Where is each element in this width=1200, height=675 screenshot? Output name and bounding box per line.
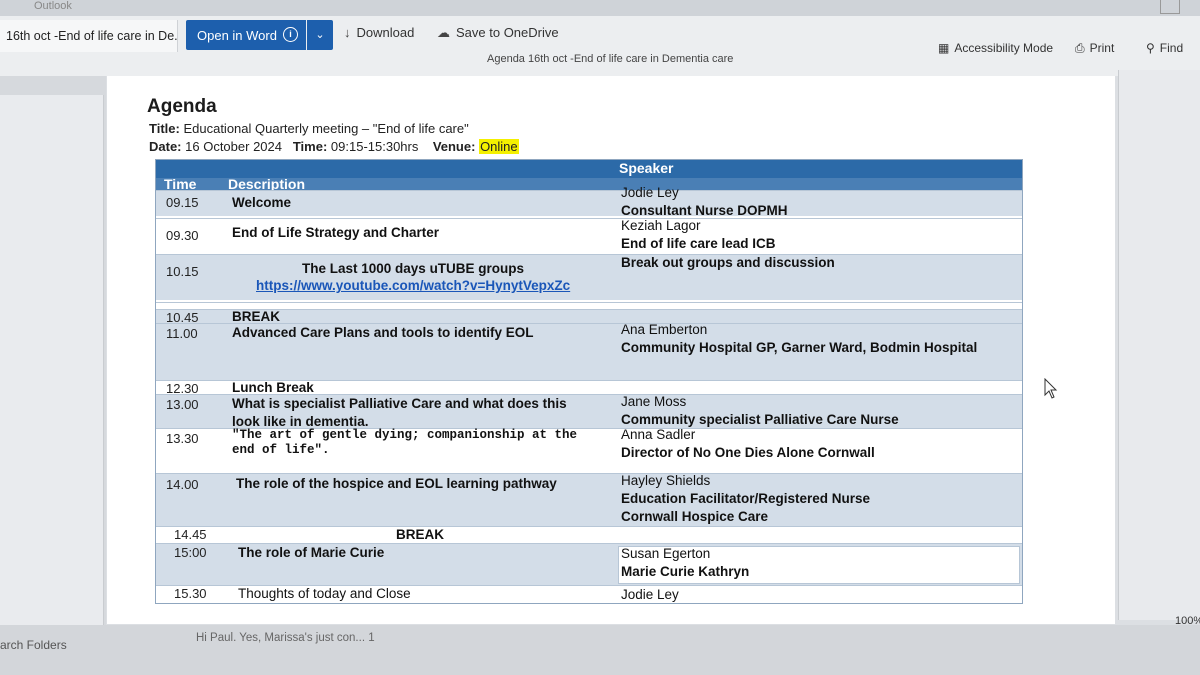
find-button[interactable]: ⚲ Find xyxy=(1146,41,1183,55)
row-time: 13.00 xyxy=(166,397,199,412)
row-description: "The art of gentle dying; companionship … xyxy=(232,428,578,457)
header-speaker: Speaker xyxy=(619,160,674,176)
chevron-down-icon: ⌄ xyxy=(315,29,325,41)
speaker-role: Break out groups and discussion xyxy=(621,255,835,270)
open-in-word-button[interactable]: Open in Word i xyxy=(186,20,306,50)
row-description: The role of the hospice and EOL learning… xyxy=(236,476,557,491)
speaker-name: Hayley Shields xyxy=(621,473,711,488)
download-button[interactable]: ↓ Download xyxy=(344,20,414,48)
row-description: BREAK xyxy=(396,527,445,542)
speaker-name: Jodie Ley xyxy=(621,185,679,200)
agenda-heading: Agenda xyxy=(147,96,217,117)
mouse-cursor-icon xyxy=(1044,378,1058,399)
open-in-word-label: Open in Word xyxy=(197,28,277,43)
venue-label: Venue: xyxy=(432,139,476,154)
table-row: 14.45 BREAK xyxy=(156,526,1022,543)
speaker-name: Jodie Ley xyxy=(621,587,679,602)
cloud-icon: ☁ xyxy=(437,25,450,40)
row-time: 15:00 xyxy=(174,545,207,560)
time-label: Time: xyxy=(292,139,328,154)
speaker-name: Ana Emberton xyxy=(621,322,708,337)
row-speaker: Keziah Lagor End of life care lead ICB xyxy=(621,217,1021,253)
row-description: The role of Marie Curie xyxy=(238,545,385,560)
row-description: The Last 1000 days uTUBE groups xyxy=(302,261,525,276)
date-label: Date: xyxy=(149,139,182,154)
title-value: Educational Quarterly meeting – "End of … xyxy=(183,121,469,136)
agenda-table: Time Description Speaker 09.15 Welcome J… xyxy=(155,159,1023,604)
previous-page-preview xyxy=(0,95,104,625)
search-icon: ⚲ xyxy=(1146,41,1155,55)
message-preview-text: Hi Paul. Yes, Marissa's just con... xyxy=(196,632,366,644)
row-time: 09.15 xyxy=(166,195,199,210)
print-label: Print xyxy=(1089,41,1115,55)
speaker-role: Marie Curie Kathryn xyxy=(621,564,750,579)
save-to-onedrive-button[interactable]: ☁ Save to OneDrive xyxy=(437,20,559,48)
print-icon: ⎙ xyxy=(1075,41,1085,55)
accessibility-mode-label: Accessibility Mode xyxy=(954,41,1054,55)
search-folders-item[interactable]: arch Folders xyxy=(0,638,67,652)
row-time: 09.30 xyxy=(166,228,199,243)
row-speaker: Break out groups and discussion xyxy=(621,254,1021,272)
message-preview[interactable]: Hi Paul. Yes, Marissa's just con... 1 xyxy=(196,632,375,644)
document-title: Agenda 16th oct -End of life care in Dem… xyxy=(487,53,734,65)
speaker-role: End of life care lead ICB xyxy=(621,236,776,251)
time-value: 09:15-15:30hrs xyxy=(330,139,419,154)
speaker-role: Education Facilitator/Registered Nurse C… xyxy=(621,491,871,524)
app-title: Outlook xyxy=(34,0,72,12)
row-speaker: Jane Moss Community specialist Palliativ… xyxy=(621,393,1021,429)
row-time: 13.30 xyxy=(166,431,199,446)
meta-date-line: Date: 16 October 2024 Time: 09:15-15:30h… xyxy=(149,139,519,154)
table-row: 12.30 Lunch Break xyxy=(156,380,1022,396)
row-speaker: Hayley Shields Education Facilitator/Reg… xyxy=(621,472,911,526)
zoom-level[interactable]: 100% xyxy=(1175,615,1200,627)
next-page-preview xyxy=(1118,70,1200,620)
attachment-tab[interactable]: 16th oct -End of life care in De... xyxy=(0,20,178,52)
download-icon: ↓ xyxy=(344,25,351,40)
row-speaker: Jodie Ley Consultant Nurse DOPMH xyxy=(621,184,1021,220)
row-description: What is specialist Palliative Care and w… xyxy=(232,396,567,429)
accessibility-icon: ▦ xyxy=(938,41,950,55)
window-title-strip: Outlook xyxy=(0,0,1200,16)
find-label: Find xyxy=(1159,41,1184,55)
print-button[interactable]: ⎙ Print xyxy=(1075,41,1114,56)
row-time: 10.15 xyxy=(166,264,199,279)
youtube-link[interactable]: https://www.youtube.com/watch?v=HynytVep… xyxy=(256,277,570,295)
row-description: Welcome xyxy=(232,195,292,210)
accessibility-mode-button[interactable]: ▦ Accessibility Mode xyxy=(938,41,1053,55)
title-label: Title: xyxy=(149,121,180,136)
download-label: Download xyxy=(356,25,415,40)
row-time: 15.30 xyxy=(174,586,207,601)
speaker-name: Jane Moss xyxy=(621,394,687,409)
row-description: Advanced Care Plans and tools to identif… xyxy=(232,325,534,340)
reaction-count: 1 xyxy=(368,632,375,644)
meta-title-line: Title: Educational Quarterly meeting – "… xyxy=(149,121,469,136)
speaker-role: Community Hospital GP, Garner Ward, Bodm… xyxy=(621,340,978,355)
date-value: 16 October 2024 xyxy=(185,139,282,154)
window-control-icon[interactable] xyxy=(1160,0,1180,14)
row-description: End of Life Strategy and Charter xyxy=(232,225,440,240)
info-icon[interactable]: i xyxy=(283,27,298,42)
row-time: 14.00 xyxy=(166,477,199,492)
speaker-name: Anna Sadler xyxy=(621,427,696,442)
speaker-name: Susan Egerton xyxy=(621,546,711,561)
open-options-dropdown[interactable]: ⌄ xyxy=(307,20,333,50)
row-time: 14.45 xyxy=(174,527,207,542)
row-speaker: Anna Sadler Director of No One Dies Alon… xyxy=(621,426,1021,462)
row-speaker: Ana Emberton Community Hospital GP, Garn… xyxy=(621,321,981,357)
speaker-role: Director of No One Dies Alone Cornwall xyxy=(621,445,875,460)
speaker-name: Keziah Lagor xyxy=(621,218,701,233)
table-row: 15.30 Thoughts of today and Close Jodie … xyxy=(156,585,1022,603)
venue-value: Online xyxy=(479,139,519,154)
row-description: Thoughts of today and Close xyxy=(238,586,411,601)
row-time: 11.00 xyxy=(166,326,198,341)
status-bar xyxy=(0,625,1200,675)
row-speaker: Susan Egerton Marie Curie Kathryn xyxy=(621,545,1021,581)
save-to-onedrive-label: Save to OneDrive xyxy=(456,25,559,40)
